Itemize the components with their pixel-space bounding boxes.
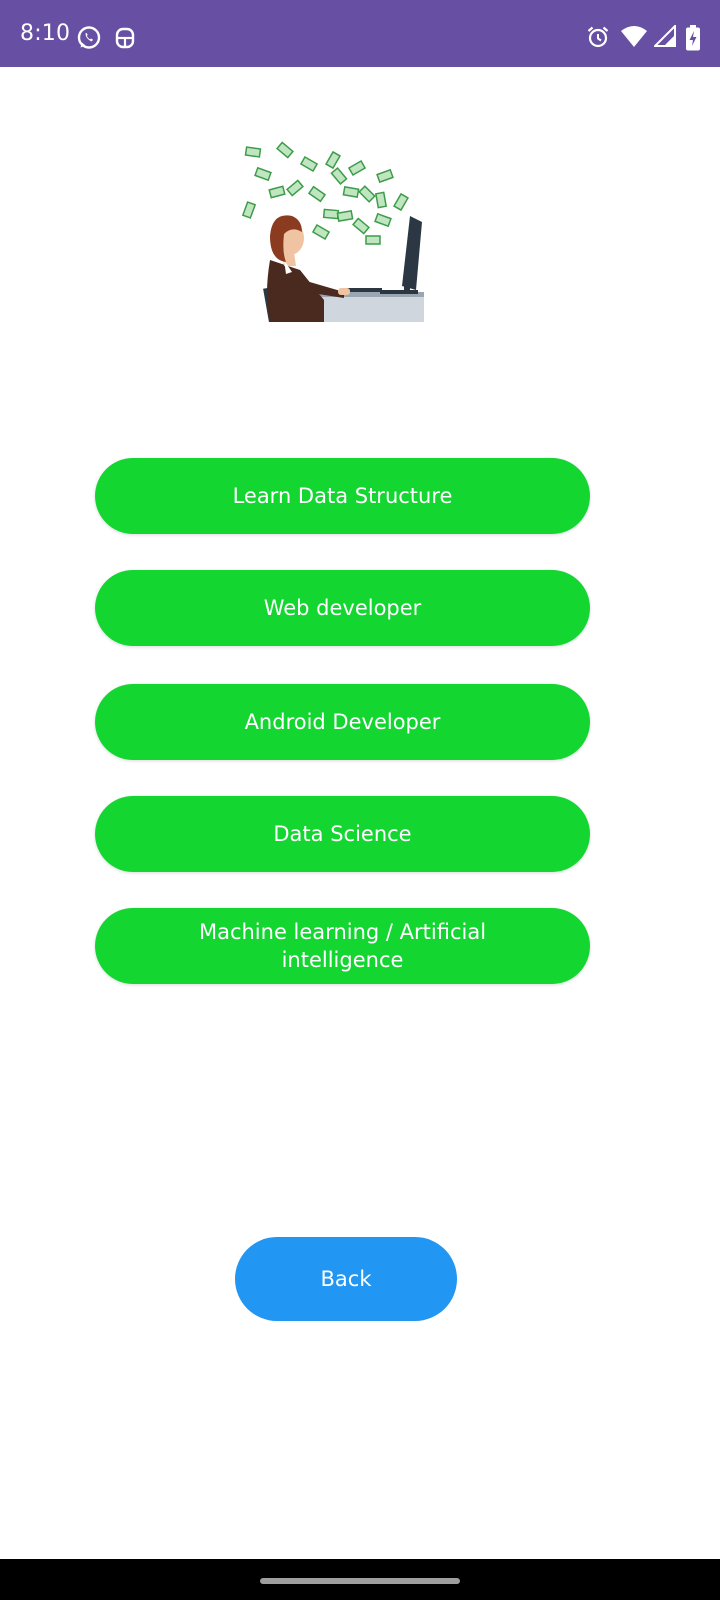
learn-data-structure-button[interactable]: Learn Data Structure [95,458,590,534]
whatsapp-icon [77,26,101,49]
status-time: 8:10 [20,21,71,46]
web-developer-button[interactable]: Web developer [95,570,590,646]
battery-charging-icon [686,25,700,51]
data-science-button[interactable]: Data Science [95,796,590,872]
navigation-bar [0,1559,720,1600]
back-button[interactable]: Back [235,1237,457,1321]
woman-at-computer-money-icon [241,141,424,322]
app-notification-icon [115,27,135,49]
machine-learning-ai-button[interactable]: Machine learning / Artificial intelligen… [95,908,590,984]
home-gesture-handle[interactable] [260,1578,460,1584]
wifi-icon [621,26,647,47]
status-bar: 8:10 [0,0,720,67]
alarm-icon [587,26,609,48]
android-developer-button[interactable]: Android Developer [95,684,590,760]
cell-signal-icon [654,25,676,47]
